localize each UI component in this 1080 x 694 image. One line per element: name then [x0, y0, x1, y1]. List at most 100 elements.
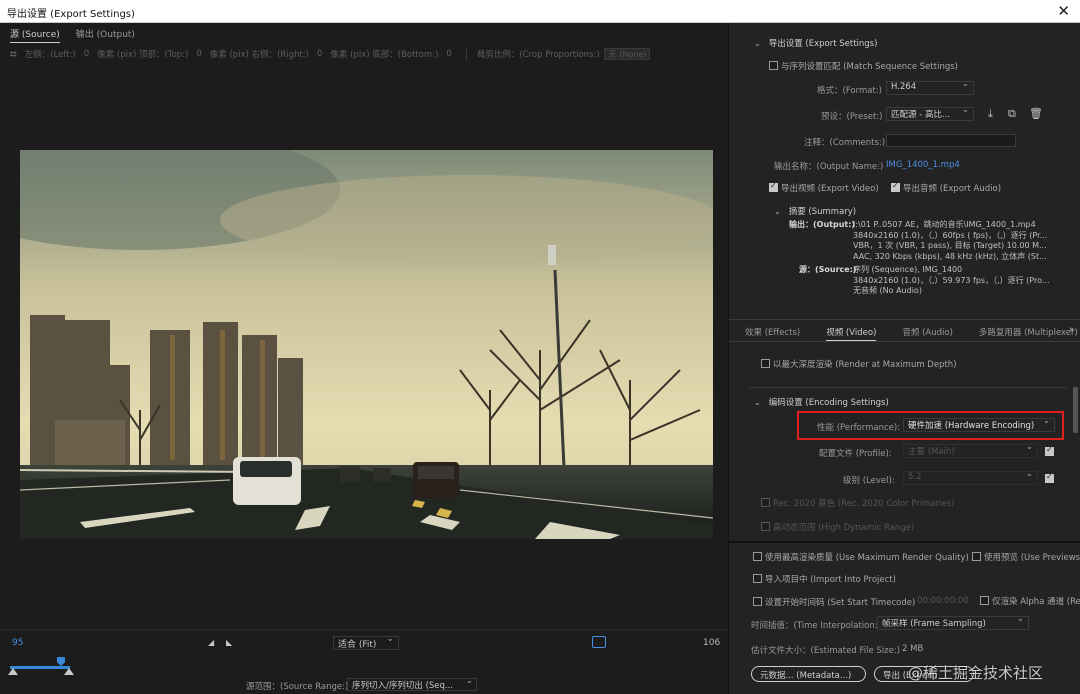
file-size-label: 估计文件大小：(Estimated File Size:) — [751, 646, 901, 656]
summary-line: VBR，1 次 (VBR, 1 pass), 目标 (Target) 10.00… — [853, 241, 1047, 250]
encoding-settings-header[interactable]: ⌄ 编码设置 (Encoding Settings) — [754, 396, 889, 408]
source-summary-key: 源：(Source:) — [799, 265, 857, 274]
crop-right-value[interactable]: 0 — [317, 49, 322, 59]
max-render-quality-label: 使用最高渲染质量 (Use Maximum Render Quality) — [765, 553, 969, 563]
save-preset-icon[interactable]: ⤓ — [988, 107, 993, 121]
checkbox[interactable] — [761, 522, 770, 531]
timecode-value[interactable]: 00:00:00:00 — [917, 596, 969, 606]
start-timecode-label: 设置开始时间码 (Set Start Timecode) — [765, 598, 916, 608]
export-audio-checkbox[interactable]: 导出音频 (Export Audio) — [891, 181, 1002, 194]
alpha-only-checkbox[interactable]: 仅渲染 Alpha 通道 (Rend... — [980, 595, 1080, 607]
out-frame-number: 106 — [703, 638, 721, 648]
mark-in-icon[interactable]: ◢ — [208, 638, 214, 647]
import-preset-icon[interactable]: ⧉ — [1008, 107, 1016, 121]
checkbox[interactable] — [761, 359, 770, 368]
use-previews-checkbox[interactable]: 使用预览 (Use Previews) — [972, 551, 1080, 563]
comments-label: 注释：(Comments:) — [804, 138, 886, 148]
checkbox[interactable] — [753, 552, 762, 561]
source-range-label: 源范围：(Source Range:) — [246, 682, 349, 692]
output-name-label: 输出名称：(Output Name:) — [774, 162, 884, 172]
start-timecode-checkbox[interactable]: 设置开始时间码 (Set Start Timecode) — [753, 596, 915, 608]
watermark: @稀土掘金技术社区 — [908, 664, 1044, 682]
title-bar: 导出设置 (Export Settings) ✕ — [0, 0, 1080, 23]
crop-bottom-value[interactable]: 0 — [446, 49, 451, 59]
chevron-down-icon: ⌄ — [754, 398, 761, 407]
file-size-value: 2 MB — [902, 644, 924, 654]
output-summary: 输出：(Output:) — [789, 220, 855, 231]
aspect-correction-icon[interactable] — [592, 636, 606, 648]
comments-input[interactable] — [886, 134, 1016, 147]
crop-top-label: 像素 (pix) 顶部：(Top:) — [97, 50, 189, 60]
export-audio-label: 导出音频 (Export Audio) — [903, 184, 1002, 194]
zoom-fit-select[interactable]: 适合 (Fit) — [333, 634, 399, 650]
summary-line: 序列 (Sequence), IMG_1400 — [853, 265, 963, 274]
window-title: 导出设置 (Export Settings) — [7, 9, 135, 20]
timeline-bar: 95 ◢ ◣ 适合 (Fit) 106 源范围：(Source Range:) … — [0, 629, 728, 694]
summary-line: 无音频 (No Audio) — [853, 286, 922, 295]
export-video-label: 导出视频 (Export Video) — [781, 184, 879, 194]
divider — [729, 341, 1080, 342]
settings-tabs: 效果 (Effects) 视频 (Video) 音频 (Audio) 多路复用器… — [745, 326, 1078, 341]
metadata-button[interactable]: 元数据... (Metadata...) — [751, 666, 866, 682]
import-project-label: 导入项目中 (Import Into Project) — [765, 575, 896, 585]
delete-preset-icon[interactable]: 🗑 — [1029, 107, 1043, 120]
alpha-only-label: 仅渲染 Alpha 通道 (Rend... — [992, 597, 1080, 607]
crop-right-label: 像素 (pix) 右侧：(Right:) — [209, 50, 309, 60]
use-previews-label: 使用预览 (Use Previews) — [984, 553, 1080, 563]
source-summary-lines: 序列 (Sequence), IMG_1400 3840x2160 (1.0)，… — [853, 265, 1073, 297]
hdr-checkbox[interactable]: 高动态范围 (High Dynamic Range) — [761, 521, 914, 533]
profile-select[interactable]: 主要 (Main) — [903, 444, 1038, 458]
close-icon[interactable]: ✕ — [1057, 2, 1070, 20]
in-point-handle[interactable] — [8, 668, 18, 675]
source-range-select[interactable]: 序列切入/序列切出 (Seq... — [347, 678, 477, 691]
source-summary: 源：(Source:) — [799, 265, 857, 276]
tab-source[interactable]: 源 (Source) — [10, 27, 60, 43]
scrollbar[interactable] — [1073, 387, 1078, 433]
crop-icon[interactable]: ⌗ — [10, 47, 17, 62]
max-depth-label: 以最大深度渲染 (Render at Maximum Depth) — [773, 360, 957, 370]
format-select[interactable]: H.264 — [886, 81, 974, 95]
divider — [465, 48, 467, 60]
rec2020-checkbox[interactable]: Rec. 2020 基色 (Rec. 2020 Color Primaries) — [761, 497, 954, 509]
crop-top-value[interactable]: 0 — [196, 49, 201, 59]
chevron-down-icon: ⌄ — [774, 207, 781, 216]
profile-checkbox[interactable] — [1045, 445, 1054, 456]
tab-effects[interactable]: 效果 (Effects) — [745, 326, 800, 341]
playhead[interactable] — [57, 657, 65, 666]
checkbox[interactable] — [761, 498, 770, 507]
level-checkbox[interactable] — [1045, 472, 1054, 483]
crop-left-value[interactable]: 0 — [84, 49, 89, 59]
level-select[interactable]: 5.2 — [903, 471, 1038, 485]
output-summary-key: 输出：(Output:) — [789, 220, 856, 229]
level-label: 级别 (Level): — [843, 476, 895, 486]
time-interpolation-select[interactable]: 帧采样 (Frame Sampling) — [877, 616, 1029, 630]
export-video-checkbox[interactable]: 导出视频 (Export Video) — [769, 181, 879, 194]
profile-label: 配置文件 (Profile): — [819, 449, 892, 459]
checkbox[interactable] — [972, 552, 981, 561]
summary-header[interactable]: ⌄ 摘要 (Summary) — [774, 205, 856, 217]
match-sequence-checkbox[interactable]: 与序列设置匹配 (Match Sequence Settings) — [769, 60, 958, 72]
checkbox[interactable] — [753, 597, 762, 606]
import-project-checkbox[interactable]: 导入项目中 (Import Into Project) — [753, 573, 896, 585]
preset-select[interactable]: 匹配源 - 高比... — [886, 107, 974, 121]
output-name-link[interactable]: IMG_1400_1.mp4 — [886, 160, 960, 170]
checkbox[interactable] — [980, 596, 989, 605]
timeline-scrubber[interactable] — [10, 666, 70, 669]
max-depth-checkbox[interactable]: 以最大深度渲染 (Render at Maximum Depth) — [761, 358, 957, 370]
checkbox[interactable] — [891, 181, 900, 192]
crop-ratio-select[interactable]: 无 (None) — [603, 48, 650, 60]
checkbox[interactable] — [769, 181, 778, 192]
crop-bottom-label: 像素 (pix) 底部：(Bottom:) — [330, 50, 439, 60]
export-settings-header[interactable]: ⌄ 导出设置 (Export Settings) — [754, 37, 877, 49]
out-point-handle[interactable] — [64, 668, 74, 675]
match-sequence-label: 与序列设置匹配 (Match Sequence Settings) — [781, 62, 958, 72]
tab-video[interactable]: 视频 (Video) — [826, 326, 877, 341]
more-tabs-icon[interactable]: » — [1069, 325, 1074, 335]
tab-output[interactable]: 输出 (Output) — [76, 27, 135, 43]
tab-audio[interactable]: 音频 (Audio) — [902, 326, 953, 341]
checkbox[interactable] — [769, 61, 778, 70]
tab-multiplexer[interactable]: 多路复用器 (Multiplexer) — [979, 326, 1078, 341]
mark-out-icon[interactable]: ◣ — [226, 638, 232, 647]
checkbox[interactable] — [753, 574, 762, 583]
max-render-quality-checkbox[interactable]: 使用最高渲染质量 (Use Maximum Render Quality) — [753, 551, 969, 563]
